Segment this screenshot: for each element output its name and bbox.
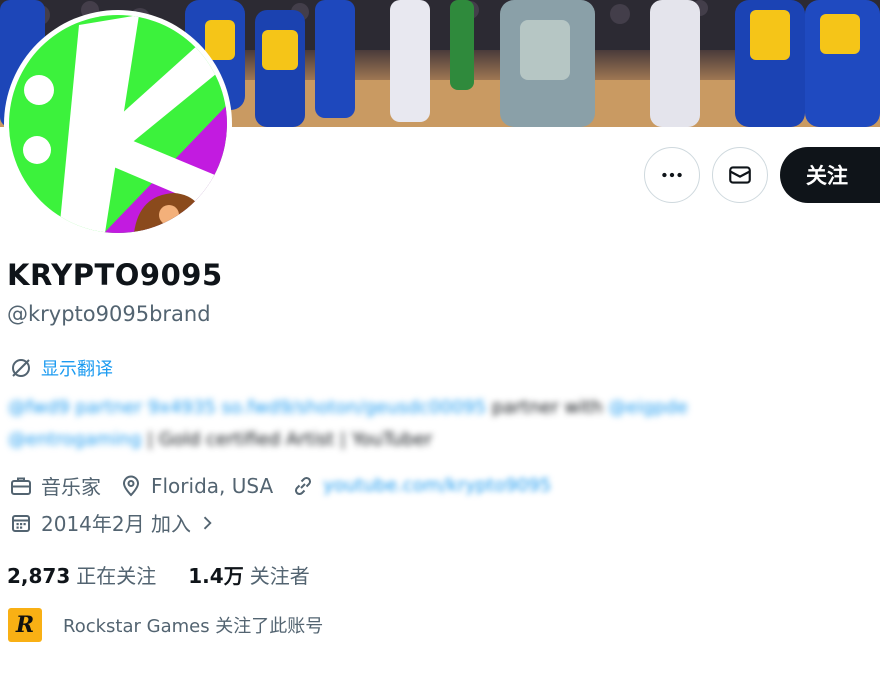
translate-label: 显示翻译: [41, 359, 113, 380]
link-icon: [295, 476, 312, 495]
ellipsis-icon: [662, 172, 682, 178]
profile-website[interactable]: youtube.com/krypto9095: [291, 474, 551, 498]
followed-by-text: Rockstar Games 关注了此账号: [63, 616, 324, 637]
following-count: 2,873: [7, 564, 71, 588]
more-options-button[interactable]: [644, 147, 700, 203]
follow-button[interactable]: 关注: [780, 147, 880, 203]
chevron-right-icon: [203, 516, 212, 529]
briefcase-icon: [11, 477, 31, 495]
followers-stat[interactable]: 1.4万 关注者: [188, 560, 309, 589]
calendar-icon: [12, 514, 30, 532]
followers-label: 关注者: [249, 564, 310, 588]
profile-avatar[interactable]: [4, 10, 232, 238]
bio-text: partner with: [491, 397, 609, 418]
mail-icon: [729, 166, 751, 184]
bio-mention[interactable]: @fwd9 partner 9x4935: [8, 397, 222, 418]
bio-mention[interactable]: @eigpde: [608, 397, 687, 418]
join-date[interactable]: 2014年2月 加入: [9, 508, 217, 537]
translate-icon: [12, 359, 30, 377]
location-label: Florida, USA: [151, 473, 274, 498]
profile-meta: 音乐家 Florida, USA youtube.com/krypto9095: [9, 471, 569, 500]
message-button[interactable]: [712, 147, 768, 203]
profile-location: Florida, USA: [119, 474, 273, 498]
krypto-logo-icon: [9, 15, 227, 233]
category-label: 音乐家: [41, 475, 101, 499]
bio-line-2: @entrogaming | Gold certified Artist | Y…: [8, 424, 778, 456]
following-stat[interactable]: 2,873 正在关注: [7, 560, 156, 589]
rockstar-avatar: R: [8, 608, 42, 642]
follow-stats: 2,873 正在关注 1.4万 关注者: [7, 560, 342, 589]
rockstar-logo-letter: R: [15, 612, 35, 638]
followers-count: 1.4万: [188, 564, 244, 588]
profile-bio: @fwd9 partner 9x4935 so.fwd9/shoton/geus…: [8, 392, 778, 456]
bio-text: | Gold certified Artist | YouTuber: [147, 429, 433, 450]
profile-actions: 关注: [644, 147, 880, 203]
bio-mention[interactable]: @entrogaming: [8, 429, 147, 450]
location-pin-icon: [122, 475, 140, 496]
bio-link[interactable]: so.fwd9/shoton/geusdc00095: [222, 397, 492, 418]
profile-category: 音乐家: [9, 471, 101, 500]
followed-by-row[interactable]: R Rockstar Games 关注了此账号: [8, 608, 323, 642]
website-link[interactable]: youtube.com/krypto9095: [323, 475, 551, 496]
display-name: KRYPTO9095: [7, 258, 223, 292]
following-label: 正在关注: [76, 564, 157, 588]
join-date-label: 2014年2月 加入: [41, 512, 191, 536]
bio-line-1: @fwd9 partner 9x4935 so.fwd9/shoton/geus…: [8, 392, 778, 424]
user-handle: @krypto9095brand: [7, 302, 211, 326]
translate-bio-link[interactable]: 显示翻译: [9, 355, 113, 381]
